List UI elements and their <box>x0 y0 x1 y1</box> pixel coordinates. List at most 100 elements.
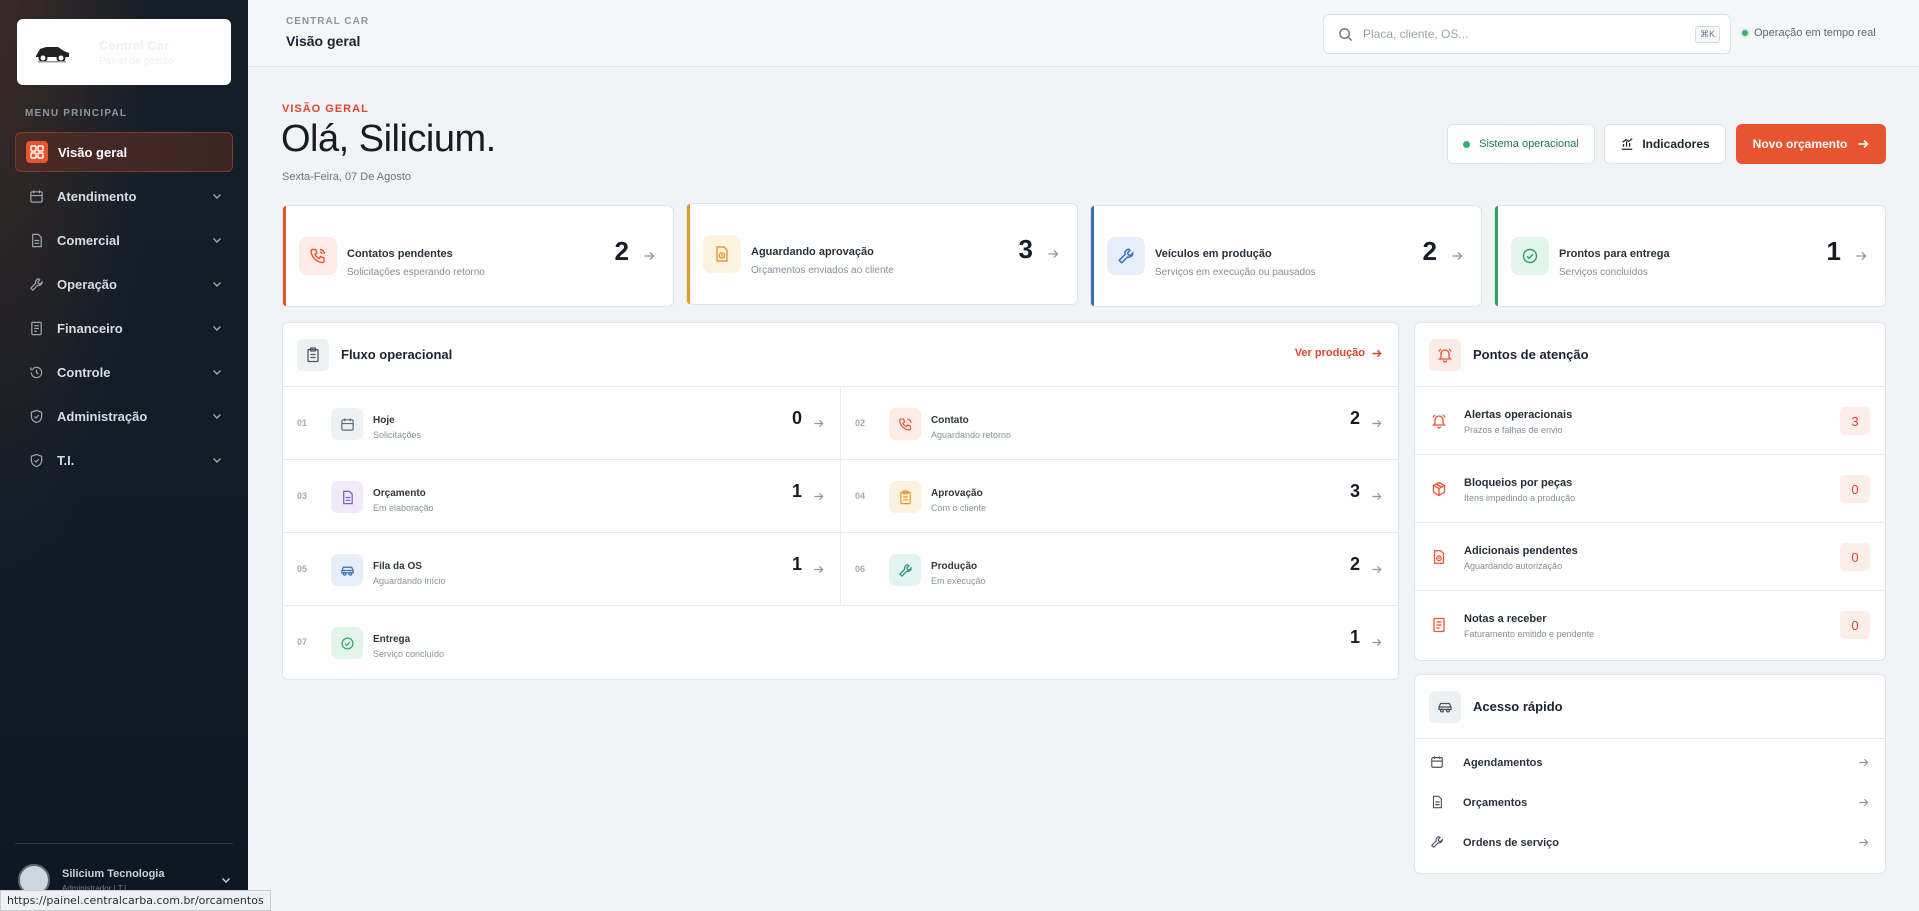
attention-item-subtitle: Faturamento emitido e pendente <box>1464 629 1595 639</box>
sidebar-item-controle[interactable]: Controle <box>15 352 233 392</box>
sidebar-item-atendimento[interactable]: Atendimento <box>15 176 233 216</box>
flux-step-subtitle: Em execução <box>931 576 986 586</box>
stat-title: Veículos em produção <box>1155 248 1272 260</box>
brand-subtitle: Painel de gestão <box>99 55 174 67</box>
flux-step-orcamento[interactable]: 03 Orçamento Em elaboração 1 <box>283 460 841 533</box>
clipboard-icon <box>889 481 921 513</box>
arrow-right-icon <box>1372 638 1382 647</box>
view-production-link[interactable]: Ver produção <box>1295 347 1382 359</box>
flux-step-hoje[interactable]: 01 Hoje Solicitações 0 <box>283 387 841 460</box>
dashboard-icon <box>26 141 48 163</box>
flux-step-number: 01 <box>297 418 308 428</box>
sidebar-item-administracao[interactable]: Administração <box>15 396 233 436</box>
stat-accent-bar <box>283 206 286 306</box>
flux-step-number: 04 <box>855 491 866 501</box>
check-circle-icon <box>331 627 363 659</box>
quick-link-agendamentos[interactable]: Agendamentos <box>1415 741 1885 781</box>
count-badge: 0 <box>1840 475 1870 503</box>
flux-step-value: 1 <box>791 554 802 574</box>
quick-link-orcamentos[interactable]: Orçamentos <box>1415 781 1885 821</box>
phone-icon <box>889 408 921 440</box>
attention-item-alertas[interactable]: Alertas operacionais Prazos e falhas de … <box>1415 387 1885 455</box>
flux-step-number: 05 <box>297 564 308 574</box>
flux-step-aprovacao[interactable]: 04 Aprovação Com o cliente 3 <box>841 460 1398 533</box>
flux-step-number: 03 <box>297 491 308 501</box>
flux-step-number: 06 <box>855 564 866 574</box>
flux-step-subtitle: Com o cliente <box>931 503 987 513</box>
chevron-down-icon[interactable] <box>220 874 232 886</box>
indicators-label: Indicadores <box>1642 137 1710 151</box>
search-input[interactable] <box>1363 27 1695 41</box>
attention-item-notas[interactable]: Notas a receber Faturamento emitido e pe… <box>1415 591 1885 659</box>
receipt-icon <box>1433 617 1445 633</box>
chart-icon <box>1622 138 1633 150</box>
bell-icon <box>1432 414 1446 429</box>
sidebar-item-label: Comercial <box>57 232 120 248</box>
brand-card[interactable]: Central Car Painel de gestão <box>17 19 231 85</box>
flux-step-value: 2 <box>1349 554 1360 574</box>
arrow-right-icon <box>1048 250 1059 258</box>
stat-value: 1 <box>1826 236 1841 266</box>
sidebar-item-label: Controle <box>57 364 111 380</box>
arrow-right-icon <box>1856 252 1867 260</box>
sidebar-item-label: Atendimento <box>57 188 137 204</box>
arrow-right-icon <box>1372 565 1382 574</box>
topbar: CENTRAL CAR Visão geral ⌘K Operação em t… <box>248 0 1919 67</box>
flux-step-title: Hoje <box>373 415 395 426</box>
quick-link-label: Ordens de serviço <box>1463 837 1559 849</box>
wrench-icon <box>1107 237 1145 275</box>
stat-card-contatos-pendentes[interactable]: Contatos pendentes Solicitações esperand… <box>282 205 674 307</box>
search-box[interactable]: ⌘K <box>1323 14 1731 54</box>
attention-item-bloqueios[interactable]: Bloqueios por peças Itens impedindo a pr… <box>1415 455 1885 523</box>
chevron-down-icon <box>213 458 221 463</box>
sidebar-item-financeiro[interactable]: Financeiro <box>15 308 233 348</box>
stat-card-veiculos-em-producao[interactable]: Veículos em produção Serviços em execuçã… <box>1090 205 1482 307</box>
chevron-down-icon <box>213 238 221 243</box>
quick-link-ordens-de-servico[interactable]: Ordens de serviço <box>1415 821 1885 861</box>
stat-value: 2 <box>614 236 629 266</box>
browser-status-url: https://painel.centralcarba.com.br/orcam… <box>0 890 271 911</box>
arrow-right-icon <box>1858 139 1869 149</box>
count-badge: 0 <box>1840 611 1870 639</box>
attention-item-adicionais[interactable]: Adicionais pendentes Aguardando autoriza… <box>1415 523 1885 591</box>
calendar-icon <box>25 185 47 207</box>
sidebar-item-label: Administração <box>57 408 148 424</box>
menu-label: MENU PRINCIPAL <box>25 108 128 119</box>
stat-card-aguardando-aprovacao[interactable]: Aguardando aprovação Orçamentos enviados… <box>686 203 1078 305</box>
phone-icon <box>299 237 337 275</box>
car-icon <box>331 554 363 586</box>
sidebar-divider <box>15 843 233 844</box>
stat-card-prontos-para-entrega[interactable]: Prontos para entrega Serviços concluídos… <box>1494 205 1886 307</box>
shortcut-badge: ⌘K <box>1694 25 1720 43</box>
flux-step-number: 02 <box>855 418 866 428</box>
money-doc-icon <box>1433 550 1445 564</box>
quick-access-title: Acesso rápido <box>1473 699 1563 714</box>
attention-title: Pontos de atenção <box>1473 347 1589 362</box>
flux-step-entrega[interactable]: 07 Entrega Serviço concluído 1 <box>283 606 1398 679</box>
arrow-right-icon <box>1372 349 1382 357</box>
indicators-button[interactable]: Indicadores <box>1604 124 1726 164</box>
stat-value: 3 <box>1018 234 1033 264</box>
sidebar-item-operacao[interactable]: Operação <box>15 264 233 304</box>
arrow-right-icon <box>1372 419 1382 428</box>
sidebar-item-visao-geral[interactable]: Visão geral <box>15 132 233 172</box>
check-circle-icon <box>1511 237 1549 275</box>
sidebar-item-comercial[interactable]: Comercial <box>15 220 233 260</box>
flux-step-value: 0 <box>791 408 802 428</box>
sidebar-item-ti[interactable]: T.I. <box>15 440 233 480</box>
flux-step-subtitle: Serviço concluído <box>373 649 445 659</box>
stat-accent-bar <box>1091 206 1094 306</box>
user-name: Silicium Tecnologia <box>62 867 165 880</box>
sidebar-item-label: T.I. <box>57 452 75 468</box>
flux-step-number: 07 <box>297 637 308 647</box>
flux-step-contato[interactable]: 02 Contato Aguardando retorno 2 <box>841 387 1398 460</box>
quick-link-label: Orçamentos <box>1463 797 1528 809</box>
status-dot-icon <box>1463 140 1471 148</box>
flux-step-producao[interactable]: 06 Produção Em execução 2 <box>841 533 1398 606</box>
new-quote-button[interactable]: Novo orçamento <box>1736 124 1886 164</box>
arrow-right-icon <box>814 419 824 428</box>
attention-item-title: Alertas operacionais <box>1464 409 1573 421</box>
flux-step-fila-da-os[interactable]: 05 Fila da OS Aguardando início 1 <box>283 533 841 606</box>
arrow-right-icon <box>1859 838 1869 847</box>
attention-item-subtitle: Itens impedindo a produção <box>1464 493 1576 503</box>
